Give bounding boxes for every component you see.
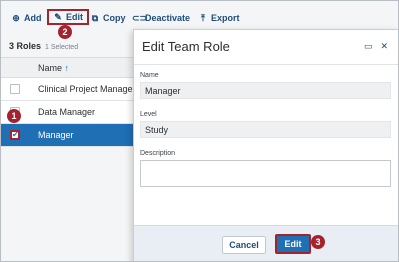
deactivate-button[interactable]: ⊂⊃ Deactivate (132, 10, 190, 26)
table-row[interactable]: Data Manager (1, 101, 141, 124)
row-checkbox-checked[interactable] (10, 130, 20, 140)
app-frame: ⊕ Add ✎ Edit ⧉ Copy ⊂⊃ Deactivate ⤒ Expo… (0, 0, 399, 262)
callout-badge-2: 2 (58, 25, 72, 39)
cancel-button[interactable]: Cancel (222, 236, 266, 254)
copy-button[interactable]: ⧉ Copy (90, 10, 126, 26)
name-column-label: Name (38, 63, 63, 73)
pencil-icon: ✎ (54, 11, 62, 22)
edit-submit-button[interactable]: Edit (275, 234, 311, 254)
name-field-label: Name (140, 72, 159, 79)
table-header: Name ↑ (1, 57, 141, 78)
name-field[interactable]: Manager (140, 82, 391, 99)
toggle-icon: ⊂⊃ (132, 12, 148, 23)
export-button[interactable]: ⤒ Export (198, 10, 240, 26)
copy-icon: ⧉ (91, 12, 99, 23)
roles-table: Name ↑ Clinical Project Manager Data Man… (1, 57, 141, 147)
role-name: Clinical Project Manager (38, 84, 136, 94)
role-count-label: 3 Roles (9, 41, 42, 51)
description-textarea[interactable] (140, 160, 391, 187)
callout-badge-1: 1 (7, 109, 21, 123)
plus-circle-icon: ⊕ (12, 12, 20, 23)
level-field-label: Level (140, 111, 157, 118)
add-label: Add (24, 13, 42, 23)
dialog-controls: ▭ ✕ (364, 41, 388, 52)
role-count: 3 Roles 1 Selected (9, 41, 78, 51)
name-column-header[interactable]: Name ↑ (38, 63, 69, 73)
edit-team-role-dialog: Edit Team Role ▭ ✕ Name Manager Level St… (133, 29, 398, 261)
edit-button[interactable]: ✎ Edit (47, 9, 89, 25)
maximize-icon[interactable]: ▭ (364, 41, 373, 52)
role-name: Manager (38, 130, 74, 140)
edit-label: Edit (66, 12, 83, 22)
description-field-label: Description (140, 150, 176, 157)
add-button[interactable]: ⊕ Add (11, 10, 42, 26)
selected-count-label: 1 Selected (45, 44, 79, 51)
table-row-selected[interactable]: Manager (1, 124, 141, 147)
sort-ascending-icon: ↑ (64, 63, 70, 73)
copy-label: Copy (103, 13, 126, 23)
dialog-footer: Cancel Edit (134, 225, 398, 261)
callout-badge-3: 3 (311, 235, 325, 249)
role-name: Data Manager (38, 107, 96, 117)
deactivate-label: Deactivate (145, 13, 191, 23)
level-field[interactable]: Study (140, 121, 391, 138)
close-icon[interactable]: ✕ (380, 41, 388, 52)
row-checkbox[interactable] (10, 84, 20, 94)
export-label: Export (211, 13, 240, 23)
dialog-title: Edit Team Role (142, 39, 230, 54)
table-row[interactable]: Clinical Project Manager (1, 78, 141, 101)
export-icon: ⤒ (201, 12, 205, 23)
divider (134, 64, 398, 65)
